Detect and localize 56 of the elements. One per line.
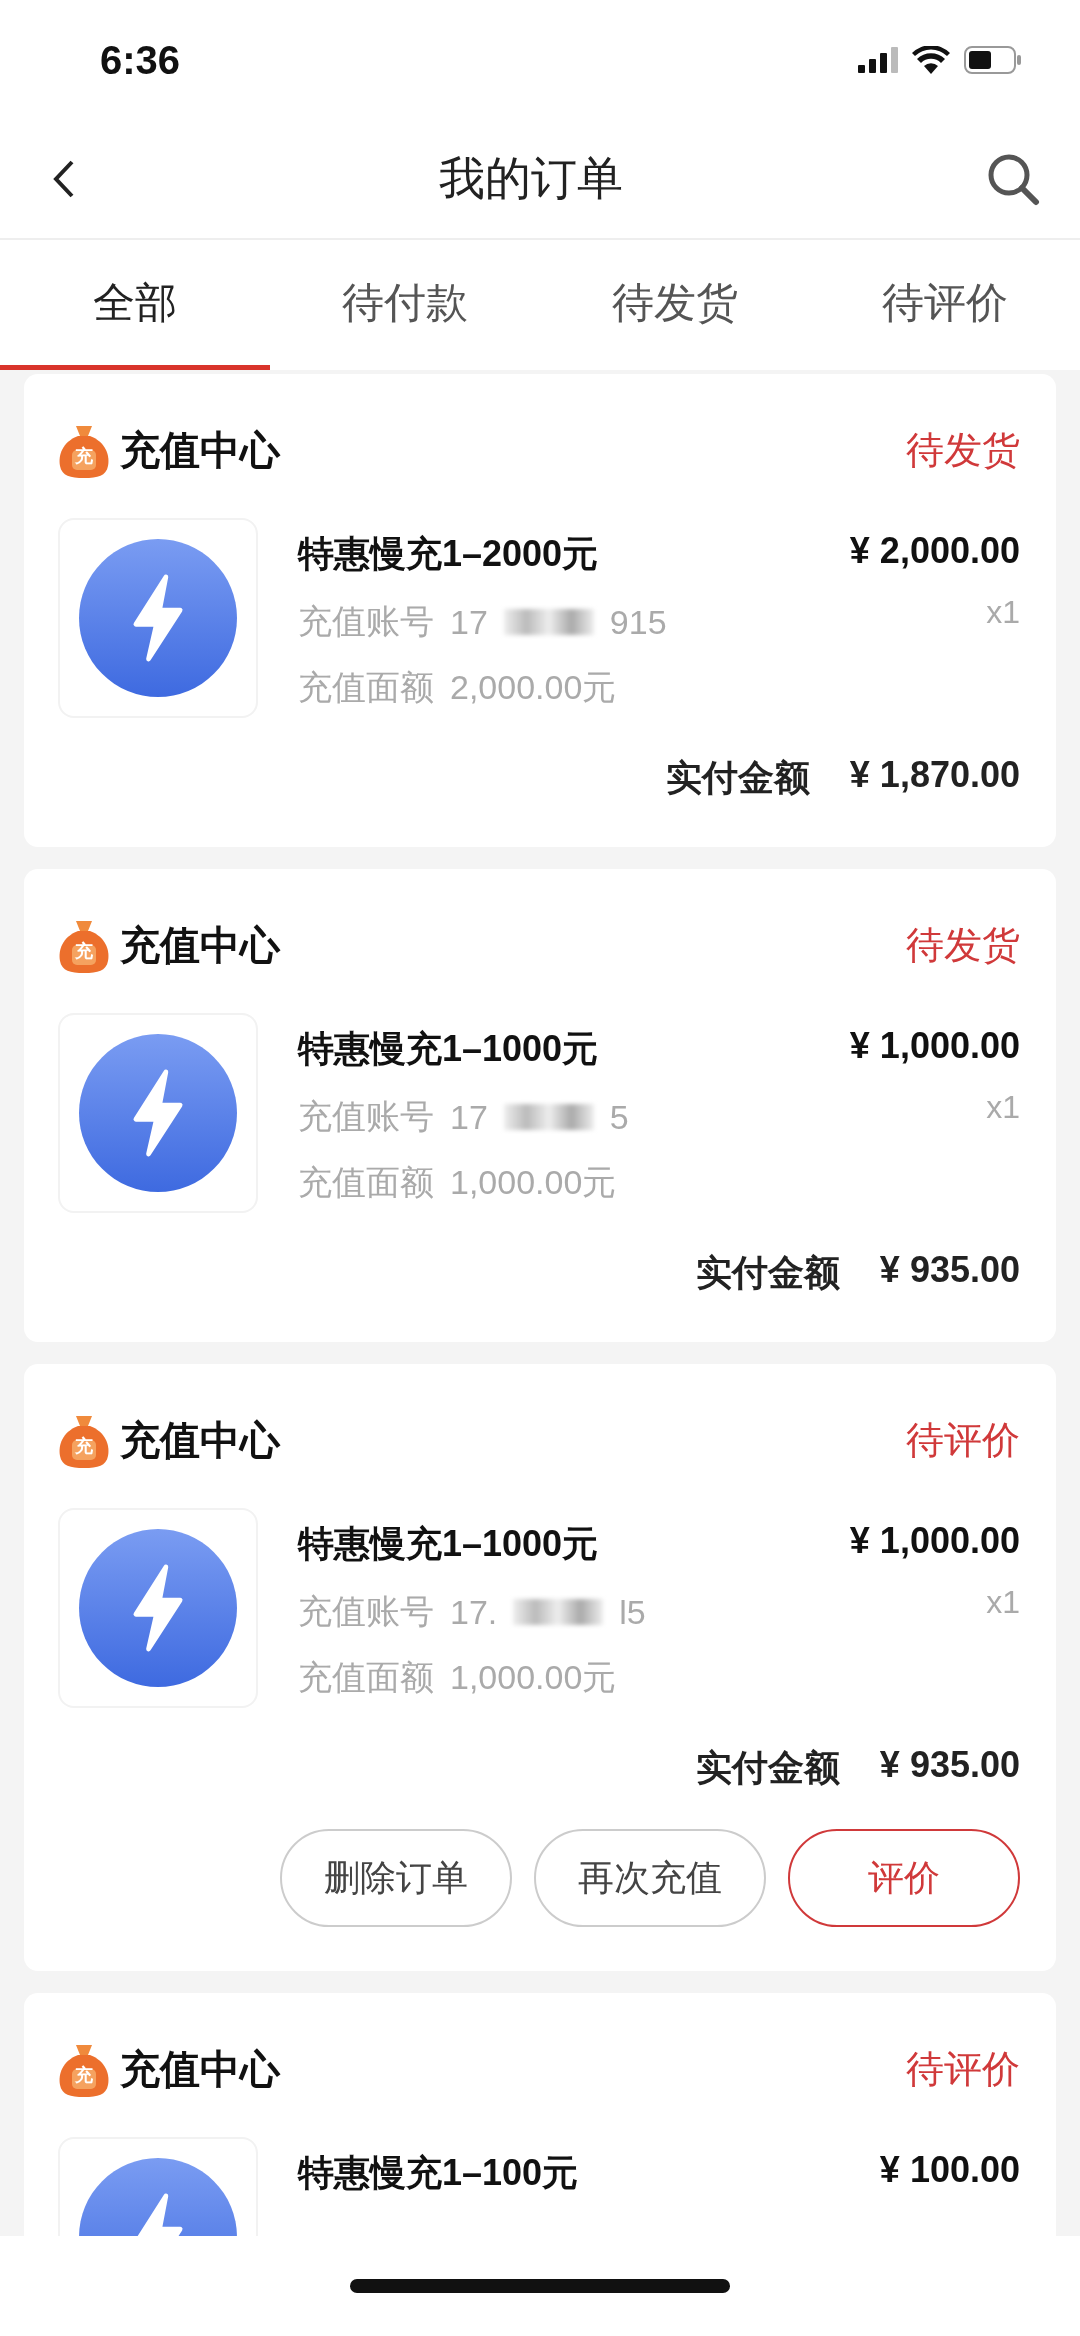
store-name: 充值中心 xyxy=(120,921,280,969)
page-title: 我的订单 xyxy=(439,151,623,206)
account-end: 915 xyxy=(609,602,667,642)
account-start: 17 xyxy=(450,602,488,642)
product-name: 特惠慢充1–1000元 xyxy=(298,1027,600,1071)
amount-label: 充值面额 xyxy=(298,1657,434,1698)
account-label: 充值账号 xyxy=(298,601,434,642)
amount-value: 1,000.00元 xyxy=(450,1657,617,1698)
status-time: 6:36 xyxy=(100,37,181,83)
order-status: 待发货 xyxy=(906,427,1020,473)
order-tab[interactable]: 待发货 xyxy=(540,240,810,370)
order-status: 待发货 xyxy=(906,922,1020,968)
product-price: ¥ 1,000.00 xyxy=(849,1025,1020,1067)
order-action-button[interactable]: 评价 xyxy=(788,1829,1020,1927)
account-label: 充值账号 xyxy=(298,1591,434,1632)
amount-label: 充值面额 xyxy=(298,667,434,708)
quantity: x1 xyxy=(986,1089,1020,1126)
order-status: 待评价 xyxy=(906,1417,1020,1463)
account-start: 17. xyxy=(450,1592,498,1632)
account-end: 5 xyxy=(609,1097,629,1137)
product-name: 特惠慢充1–100元 xyxy=(298,2151,580,2195)
quantity: x1 xyxy=(986,1584,1020,1621)
lightning-icon xyxy=(79,1529,237,1687)
total-amount: ¥ 935.00 xyxy=(879,1249,1020,1292)
store-name: 充值中心 xyxy=(120,2045,280,2093)
amount-value: 2,000.00元 xyxy=(450,667,617,708)
amount-label: 充值面额 xyxy=(298,1162,434,1203)
signal-icon xyxy=(858,47,898,73)
search-icon[interactable] xyxy=(986,152,1040,206)
product-price: ¥ 1,000.00 xyxy=(849,1520,1020,1562)
store-name: 充值中心 xyxy=(120,426,280,474)
lightning-icon xyxy=(79,1034,237,1192)
product-name: 特惠慢充1–2000元 xyxy=(298,532,600,576)
product-price: ¥ 100.00 xyxy=(879,2149,1020,2191)
amount-value: 1,000.00元 xyxy=(450,1162,617,1203)
total-label: 实付金额 xyxy=(695,1746,840,1790)
back-icon[interactable] xyxy=(52,159,76,199)
order-status: 待评价 xyxy=(906,2046,1020,2092)
account-label: 充值账号 xyxy=(298,1096,434,1137)
order-tab[interactable]: 待付款 xyxy=(270,240,540,370)
product-name: 特惠慢充1–1000元 xyxy=(298,1522,600,1566)
order-action-button[interactable]: 再次充值 xyxy=(534,1829,766,1927)
total-label: 实付金额 xyxy=(665,756,810,800)
product-price: ¥ 2,000.00 xyxy=(849,530,1020,572)
wifi-icon xyxy=(912,46,950,74)
total-amount: ¥ 1,870.00 xyxy=(849,754,1020,797)
quantity: x1 xyxy=(986,594,1020,631)
lightning-icon xyxy=(79,539,237,697)
order-action-button[interactable]: 删除订单 xyxy=(280,1829,512,1927)
store-name: 充值中心 xyxy=(120,1416,280,1464)
total-amount: ¥ 935.00 xyxy=(879,1744,1020,1787)
total-label: 实付金额 xyxy=(695,1251,840,1295)
order-tab[interactable]: 待评价 xyxy=(810,240,1080,370)
account-start: 17 xyxy=(450,1097,488,1137)
account-end: l5 xyxy=(619,1592,646,1632)
battery-icon xyxy=(964,46,1022,74)
